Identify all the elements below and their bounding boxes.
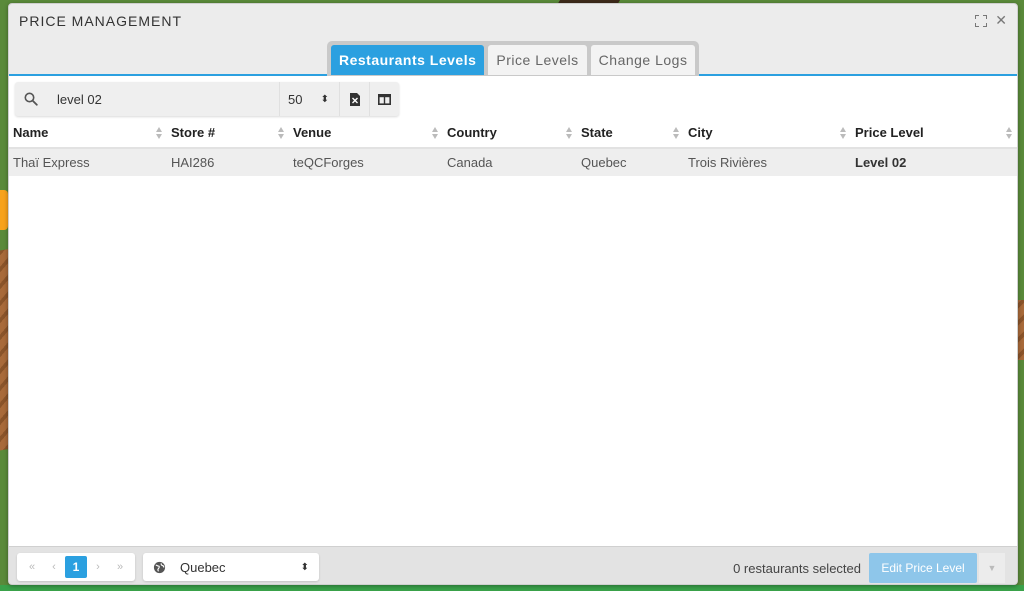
- cell-venue: teQCForges: [289, 148, 443, 176]
- tab-bar: Restaurants Levels Price Levels Change L…: [9, 40, 1017, 76]
- window-footer: « ‹ 1 › » Quebec ⬍ 0 restaurants selecte…: [9, 546, 1017, 584]
- chevron-updown-icon: ⬍: [320, 93, 329, 105]
- grid-toolbar: 50 ⬍: [15, 82, 399, 116]
- last-page-button[interactable]: »: [109, 556, 131, 578]
- page-size-value: 50: [288, 91, 303, 107]
- window-title: PRICE MANAGEMENT: [19, 13, 183, 29]
- column-header-price-level[interactable]: Price Level: [851, 118, 1017, 149]
- sort-icon: [432, 127, 439, 139]
- export-excel-button[interactable]: [339, 82, 369, 116]
- background-orange-object: [0, 190, 8, 230]
- sort-icon: [840, 127, 847, 139]
- cell-name: Thaï Express: [9, 148, 167, 176]
- tab-restaurants-levels[interactable]: Restaurants Levels: [331, 45, 485, 75]
- column-header-store[interactable]: Store #: [167, 118, 289, 149]
- price-management-window: PRICE MANAGEMENT ✕ Restaurants Levels Pr…: [8, 3, 1018, 585]
- cell-price-level: Level 02: [851, 148, 1017, 176]
- next-page-button[interactable]: ›: [87, 556, 109, 578]
- table-header-row: Name Store # Venue Country State City Pr…: [9, 118, 1017, 149]
- edit-price-level-button[interactable]: Edit Price Level: [869, 553, 977, 583]
- columns-button[interactable]: [369, 82, 399, 116]
- search-input[interactable]: [47, 82, 279, 116]
- cell-store: HAI286: [167, 148, 289, 176]
- sort-icon: [278, 127, 285, 139]
- chevron-down-icon: ▼: [987, 563, 997, 573]
- edit-options-dropdown-button[interactable]: ▼: [979, 553, 1005, 583]
- sort-icon: [673, 127, 680, 139]
- sort-icon: [566, 127, 573, 139]
- sort-icon: [1006, 127, 1013, 139]
- column-header-city[interactable]: City: [684, 118, 851, 149]
- restaurants-levels-panel: 50 ⬍ N: [9, 76, 1017, 546]
- cell-city: Trois Rivières: [684, 148, 851, 176]
- selection-count: 0 restaurants selected: [733, 561, 861, 576]
- export-excel-icon: [349, 92, 360, 106]
- column-header-state[interactable]: State: [577, 118, 684, 149]
- page-size-select[interactable]: 50 ⬍: [279, 82, 339, 116]
- search-icon[interactable]: [15, 82, 47, 116]
- pagination: « ‹ 1 › »: [17, 553, 135, 581]
- table-row[interactable]: Thaï Express HAI286 teQCForges Canada Qu…: [9, 148, 1017, 176]
- column-header-country[interactable]: Country: [443, 118, 577, 149]
- column-header-name[interactable]: Name: [9, 118, 167, 149]
- cell-state: Quebec: [577, 148, 684, 176]
- globe-icon: [153, 561, 166, 573]
- window-controls: ✕: [975, 12, 1007, 29]
- region-select[interactable]: Quebec ⬍: [143, 553, 319, 581]
- restaurants-table: Name Store # Venue Country State City Pr…: [9, 118, 1017, 176]
- close-icon[interactable]: ✕: [995, 12, 1007, 29]
- sort-icon: [156, 127, 163, 139]
- first-page-button[interactable]: «: [21, 556, 43, 578]
- columns-icon: [378, 93, 391, 105]
- chevron-updown-icon: ⬍: [300, 561, 309, 573]
- cell-country: Canada: [443, 148, 577, 176]
- expand-icon[interactable]: [975, 15, 988, 27]
- prev-page-button[interactable]: ‹: [43, 556, 65, 578]
- current-page-button[interactable]: 1: [65, 556, 87, 578]
- tab-change-logs[interactable]: Change Logs: [590, 45, 696, 75]
- tabs: Restaurants Levels Price Levels Change L…: [327, 41, 700, 76]
- tab-price-levels[interactable]: Price Levels: [488, 45, 587, 75]
- column-header-venue[interactable]: Venue: [289, 118, 443, 149]
- background-green-strip: [0, 585, 1024, 591]
- region-select-value: Quebec: [180, 559, 226, 575]
- window-header: PRICE MANAGEMENT ✕: [9, 4, 1017, 40]
